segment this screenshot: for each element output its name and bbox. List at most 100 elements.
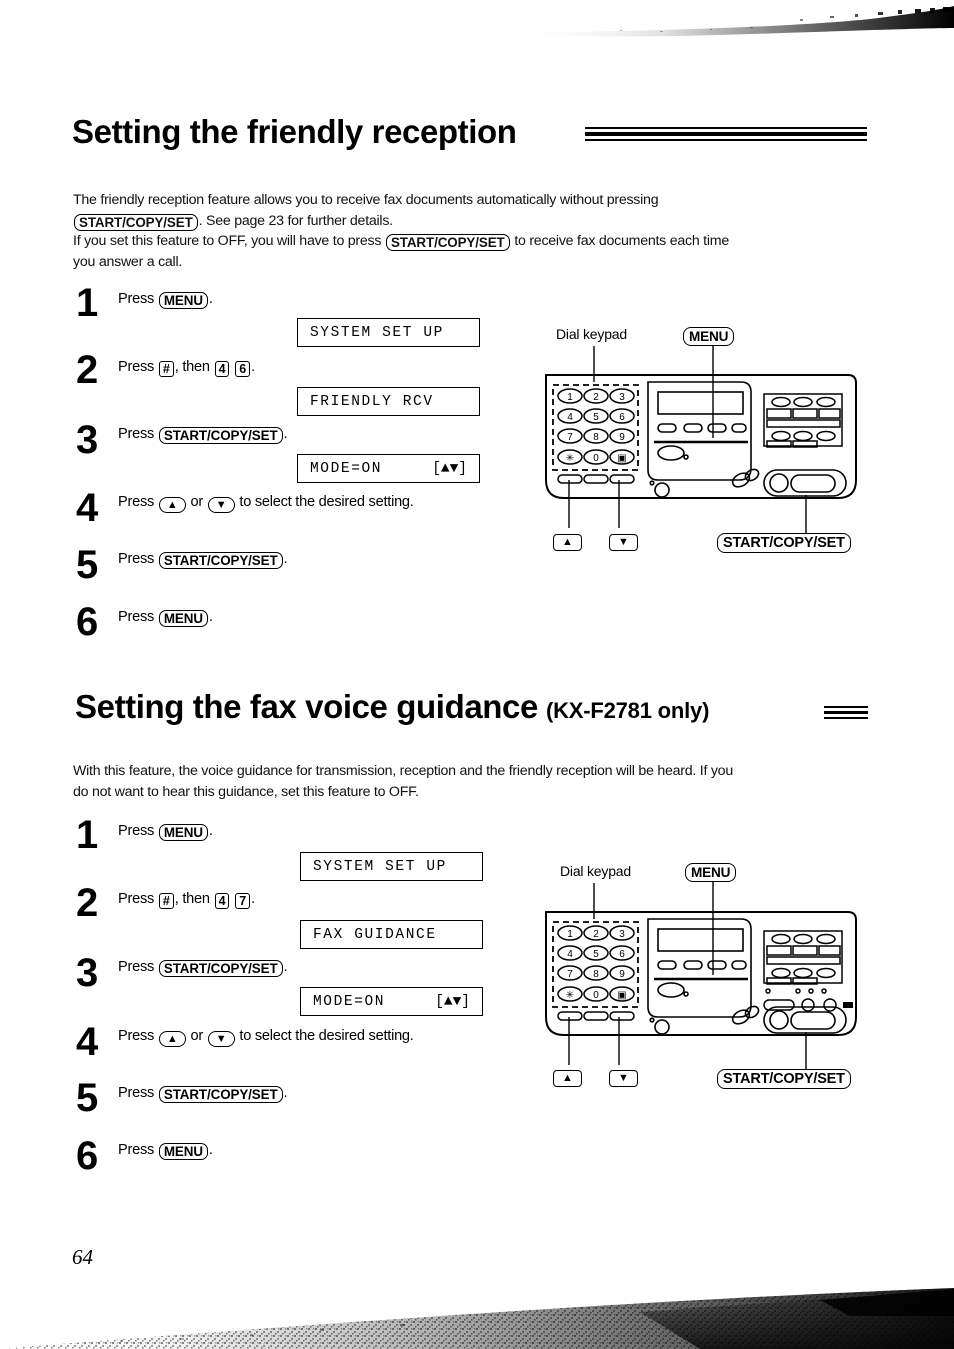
section-1-heading: Setting the friendly reception — [72, 113, 517, 151]
callout-start-copy-set-1: START/COPY/SET — [717, 533, 851, 553]
scan-artifact-top — [510, 6, 954, 37]
menu-chip[interactable]: MENU — [158, 1143, 208, 1160]
step-5-post: . — [283, 551, 288, 567]
section-2-heading-rule — [824, 706, 868, 719]
step-number-3: 3 — [76, 418, 98, 462]
section-2-heading-suffix: (KX-F2781 only) — [545, 698, 710, 723]
step-4-pre: Press — [118, 494, 155, 510]
callout-start-copy-set-2: START/COPY/SET — [717, 1069, 851, 1089]
callout-label: ▲ — [562, 1072, 573, 1084]
svg-text:5: 5 — [593, 412, 599, 423]
svg-text:3: 3 — [619, 929, 625, 940]
callout-up-button-1: ▲ — [553, 534, 582, 551]
menu-chip[interactable]: MENU — [158, 824, 208, 841]
step-text-1: Press MENU. — [118, 290, 213, 309]
body-line-3-post: to receive fax documents each time — [514, 233, 729, 249]
digit-key-chip[interactable]: 4 — [214, 893, 230, 909]
callout-dial-keypad-1: Dial keypad — [556, 326, 627, 342]
callout-down-button-2: ▼ — [609, 1070, 638, 1087]
menu-chip[interactable]: MENU — [158, 610, 208, 627]
hash-key-chip[interactable]: # — [158, 361, 174, 377]
arrow-up-chip[interactable]: ▲ — [158, 497, 186, 513]
step-number-2: 2 — [76, 881, 98, 925]
scan-artifact-bottom — [0, 1288, 954, 1349]
digit-key-chip[interactable]: 4 — [214, 361, 230, 377]
step-number-6: 6 — [76, 1134, 98, 1178]
start-copy-set-chip[interactable]: START/COPY/SET — [158, 1086, 283, 1103]
step-1-pre: Press — [118, 823, 155, 839]
callout-label: Dial keypad — [560, 863, 631, 879]
section-2-heading: Setting the fax voice guidance (KX-F2781 … — [75, 688, 709, 726]
lcd-text: MODE=ON — [310, 460, 383, 477]
menu-chip[interactable]: MENU — [158, 292, 208, 309]
lcd-text: MODE=ON — [313, 993, 386, 1010]
step-5-post: . — [283, 1085, 288, 1101]
step-4-post: to select the desired setting. — [239, 494, 414, 510]
svg-text:✳: ✳ — [566, 453, 574, 464]
section-2-body: With this feature, the voice guidance fo… — [73, 761, 893, 802]
svg-text:1: 1 — [567, 929, 573, 940]
step-4-mid: or — [190, 1028, 203, 1044]
callout-label: MENU — [691, 865, 731, 880]
step-number-1: 1 — [76, 813, 98, 857]
start-copy-set-chip[interactable]: START/COPY/SET — [74, 213, 198, 231]
callout-up-button-2: ▲ — [553, 1070, 582, 1087]
fax-panel-diagram-1: 1 2 3 4 5 6 7 8 9 ✳ 0 ▣ — [545, 345, 857, 533]
step-2-pre: Press — [118, 359, 155, 375]
callout-dial-keypad-2: Dial keypad — [560, 863, 631, 879]
step-2-mid: , then — [174, 891, 210, 907]
step-number-1: 1 — [76, 281, 98, 325]
section-1-heading-text: Setting the friendly reception — [72, 113, 517, 150]
svg-text:▣: ▣ — [617, 453, 626, 464]
step-6-pre: Press — [118, 1142, 155, 1158]
body-line-2: do not want to hear this guidance, set t… — [73, 783, 419, 800]
svg-text:▣: ▣ — [617, 990, 626, 1001]
step-2-post: . — [251, 891, 255, 907]
section-2-heading-text: Setting the fax voice guidance — [75, 688, 538, 725]
body-line-2: START/COPY/SET. See page 23 for further … — [73, 211, 883, 232]
step-text-2: Press #, then 4 7. — [118, 890, 255, 909]
step-text-6: Press MENU. — [118, 608, 213, 627]
step-number-5: 5 — [76, 543, 98, 587]
lcd-text: SYSTEM SET UP — [313, 858, 447, 875]
lcd-display-fax-guidance: FAX GUIDANCE — [300, 920, 483, 949]
svg-text:5: 5 — [593, 949, 599, 960]
section-1-body: The friendly reception feature allows yo… — [73, 190, 883, 272]
dial-keypad-keys: 1 2 3 4 5 6 7 8 9 ✳ 0 ▣ — [557, 925, 635, 1002]
start-copy-set-chip[interactable]: START/COPY/SET — [158, 427, 283, 444]
body-line-3-pre: If you set this feature to OFF, you will… — [73, 233, 382, 249]
step-number-5: 5 — [76, 1076, 98, 1120]
step-text-5: Press START/COPY/SET. — [118, 550, 288, 569]
step-text-1: Press MENU. — [118, 822, 213, 841]
svg-text:0: 0 — [593, 453, 599, 464]
arrow-up-chip[interactable]: ▲ — [158, 1031, 186, 1047]
step-3-pre: Press — [118, 426, 155, 442]
svg-text:2: 2 — [593, 929, 599, 940]
start-copy-set-chip[interactable]: START/COPY/SET — [385, 234, 510, 251]
arrow-down-chip[interactable]: ▼ — [207, 1031, 235, 1047]
step-number-2: 2 — [76, 348, 98, 392]
digit-key-chip[interactable]: 7 — [235, 893, 251, 909]
lcd-text: SYSTEM SET UP — [310, 324, 444, 341]
svg-text:4: 4 — [567, 412, 573, 423]
callout-label: START/COPY/SET — [723, 535, 845, 551]
step-number-4: 4 — [76, 1020, 98, 1064]
step-text-3: Press START/COPY/SET. — [118, 425, 288, 444]
svg-text:8: 8 — [593, 432, 599, 443]
svg-text:✳: ✳ — [566, 990, 574, 1001]
step-text-4: Press ▲ or ▼ to select the desired setti… — [118, 1027, 414, 1047]
hash-key-chip[interactable]: # — [158, 893, 174, 909]
step-text-6: Press MENU. — [118, 1141, 213, 1160]
svg-text:8: 8 — [593, 969, 599, 980]
step-2-pre: Press — [118, 891, 155, 907]
lcd-display-system-set-up: SYSTEM SET UP — [297, 318, 480, 347]
arrow-down-chip[interactable]: ▼ — [207, 497, 235, 513]
callout-label: START/COPY/SET — [723, 1071, 845, 1087]
start-copy-set-chip[interactable]: START/COPY/SET — [158, 960, 283, 977]
step-text-4: Press ▲ or ▼ to select the desired setti… — [118, 493, 414, 513]
step-4-mid: or — [190, 494, 203, 510]
callout-menu-1: MENU — [683, 327, 735, 346]
digit-key-chip[interactable]: 6 — [235, 361, 251, 377]
step-3-post: . — [283, 959, 288, 975]
start-copy-set-chip[interactable]: START/COPY/SET — [158, 552, 283, 569]
